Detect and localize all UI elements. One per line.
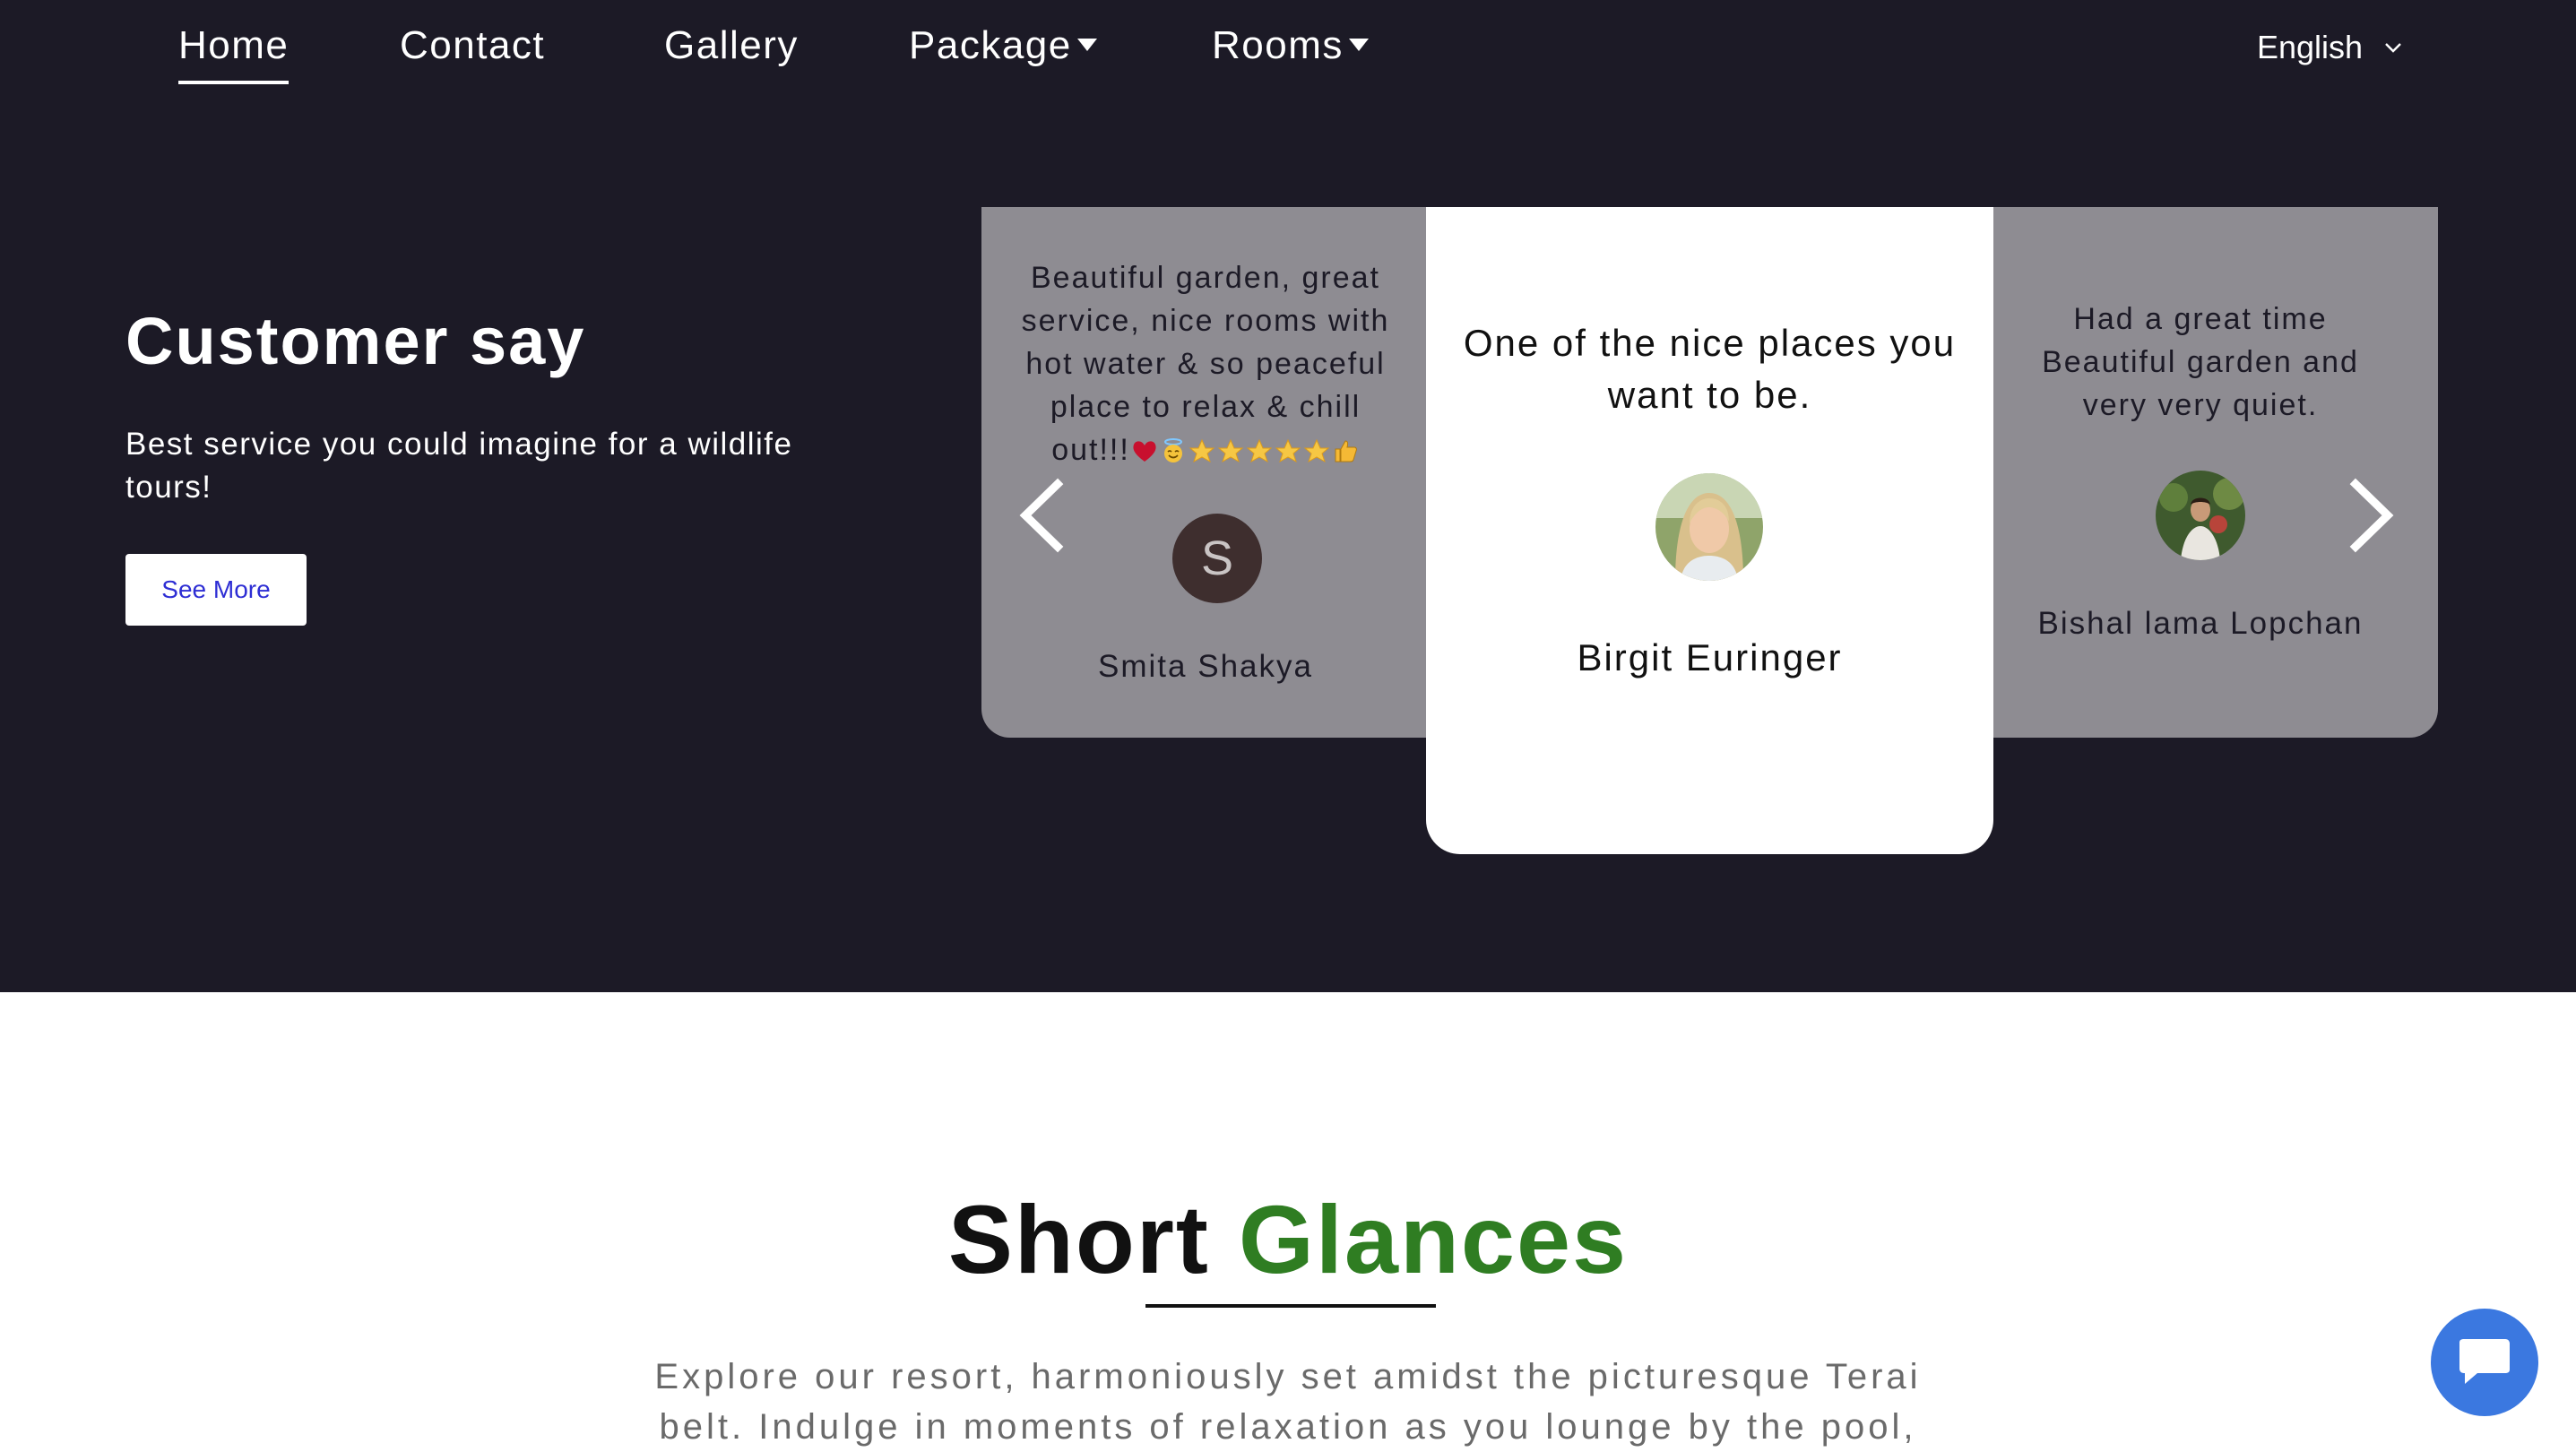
avatar-photo-right [2156,471,2245,560]
angel-face-icon [1163,438,1182,462]
chevron-left-icon[interactable] [1011,475,1074,556]
section-description: Explore our resort, harmoniously set ami… [654,1357,1922,1447]
reviewer-name-right: Bishal lama Lopchan [2037,606,2364,641]
avatar-letter: S [1172,514,1262,603]
quote-text: Beautiful garden, great service, nice ro… [1021,261,1390,467]
star-icon [1189,438,1215,463]
person-photo-icon [1655,473,1763,581]
hero-title: Customer say [125,304,586,378]
language-label: English [2257,29,2364,65]
language-select[interactable]: English [2257,29,2402,66]
chat-button[interactable] [2431,1309,2538,1416]
section-title-accent: Glances [1238,1185,1629,1293]
nav-rooms[interactable]: Rooms [1212,23,1369,68]
section-title-main: Short [947,1185,1210,1293]
hero-subtitle: Best service you could imagine for a wil… [125,427,793,505]
chat-bubble-icon [2459,1339,2510,1384]
see-more-button[interactable]: See More [125,554,307,626]
section-title: Short Glances [0,1183,2576,1295]
person-photo-icon [2156,471,2245,560]
avatar-photo-center [1655,473,1763,581]
caret-down-icon [1076,39,1097,51]
star-icon [1303,438,1330,463]
nav-home[interactable]: Home [178,23,290,84]
star-icon [1246,438,1273,463]
caret-down-icon [1348,39,1369,51]
testimonial-quote-center: One of the nice places you want to be. [1463,322,1957,416]
heart-icon [1133,441,1156,462]
nav-gallery[interactable]: Gallery [664,23,799,68]
reviewer-name-center: Birgit Euringer [1577,636,1843,678]
reviewer-name-left: Smita Shakya [1098,649,1313,684]
star-icon [1275,438,1301,463]
star-icon [1217,438,1244,463]
nav-contact[interactable]: Contact [400,23,545,68]
testimonial-quote-right: Had a great time Beautiful garden and ve… [2042,302,2359,422]
testimonial-quote-left: Beautiful garden, great service, nice ro… [1013,256,1398,471]
chevron-right-icon[interactable] [2339,475,2402,556]
nav-package[interactable]: Package [909,23,1097,68]
nav-package-label: Package [909,23,1072,67]
thumbs-up-icon [1335,440,1357,462]
nav-rooms-label: Rooms [1212,23,1344,67]
title-underline [1145,1304,1436,1308]
chevron-down-icon [2385,43,2401,53]
